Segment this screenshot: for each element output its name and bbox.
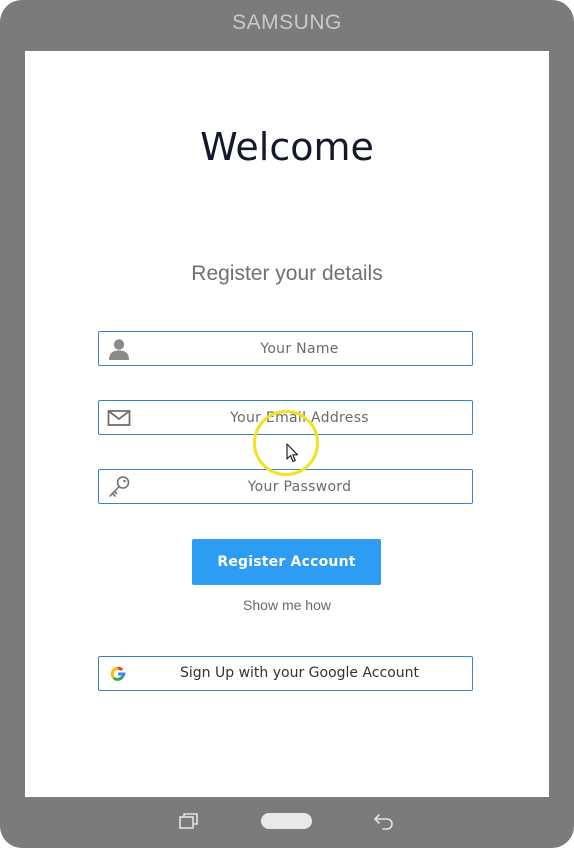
back-icon[interactable] [373, 812, 395, 830]
page-title: Welcome [200, 125, 374, 169]
google-logo-icon [109, 665, 127, 683]
register-account-button[interactable]: Register Account [192, 539, 381, 585]
page-subtitle: Register your details [191, 262, 383, 285]
email-field[interactable] [98, 400, 473, 435]
show-me-how-link[interactable]: Show me how [0, 597, 574, 613]
password-input[interactable] [135, 470, 464, 503]
name-field[interactable] [98, 331, 473, 366]
envelope-icon [107, 406, 131, 430]
password-field[interactable] [98, 469, 473, 504]
user-icon [107, 337, 131, 361]
key-icon [107, 475, 131, 499]
google-signup-label: Sign Up with your Google Account [180, 665, 419, 681]
google-signup-button[interactable]: Sign Up with your Google Account [98, 656, 473, 691]
recent-apps-icon[interactable] [179, 813, 199, 829]
device-brand: SAMSUNG [232, 11, 342, 34]
home-button[interactable] [261, 813, 312, 829]
tablet-frame: SAMSUNG Welcome Register your details Yo… [0, 0, 574, 848]
email-input[interactable] [135, 401, 464, 434]
name-input[interactable] [135, 332, 464, 365]
